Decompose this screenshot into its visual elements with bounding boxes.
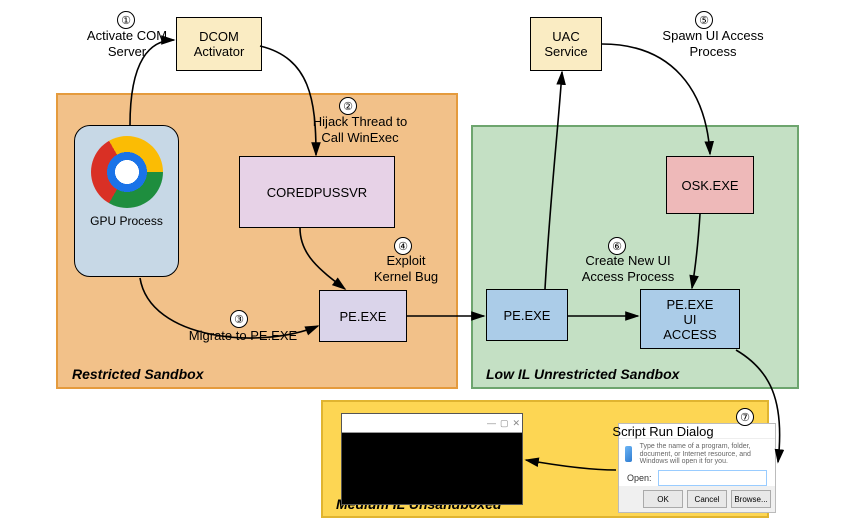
diagram-root: { "steps": { "s1": {"num": "①", "label":… bbox=[0, 0, 865, 522]
arrows-layer bbox=[0, 0, 865, 522]
